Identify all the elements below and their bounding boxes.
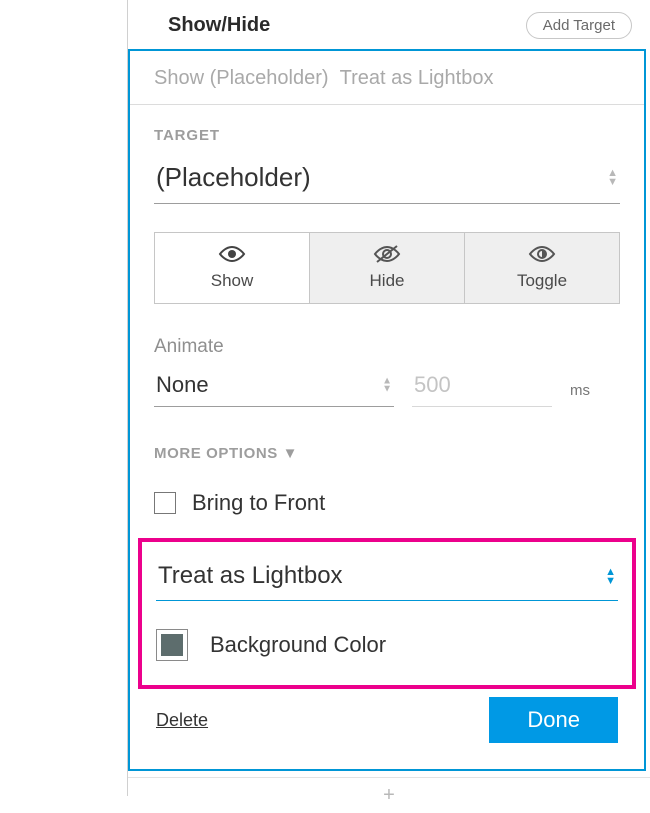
more-options-toggle[interactable]: MORE OPTIONS ▼ [154, 445, 620, 462]
panel-header: Show/Hide Add Target [128, 0, 650, 49]
left-gutter [0, 0, 128, 796]
bring-to-front-row[interactable]: Bring to Front [154, 490, 620, 516]
eye-half-icon [527, 243, 557, 265]
animate-row: Animate None ▲▼ 500 ms [154, 336, 620, 407]
animate-select[interactable]: None ▲▼ [154, 368, 394, 407]
show-label: Show [211, 271, 254, 290]
target-value: (Placeholder) [154, 156, 620, 203]
crumb-action: Show (Placeholder) [154, 67, 329, 89]
crumb-option: Treat as Lightbox [340, 67, 494, 89]
background-color-row[interactable]: Background Color [156, 629, 618, 661]
lightbox-select[interactable]: Treat as Lightbox ▲▼ [156, 558, 618, 601]
duration-input[interactable]: 500 [412, 368, 552, 407]
toggle-button[interactable]: Toggle [464, 233, 619, 303]
add-target-button[interactable]: Add Target [526, 12, 632, 39]
animate-label: Animate [154, 336, 394, 358]
duration-value: 500 [412, 368, 552, 406]
background-color-label: Background Color [210, 632, 386, 658]
hide-label: Hide [370, 271, 405, 290]
ms-label: ms [570, 382, 590, 407]
chevron-updown-icon: ▲▼ [607, 169, 618, 187]
color-chip[interactable] [156, 629, 188, 661]
animate-value: None [154, 368, 394, 406]
target-label: TARGET [154, 127, 620, 144]
color-chip-inner [161, 634, 183, 656]
target-select[interactable]: (Placeholder) ▲▼ [154, 156, 620, 204]
visibility-segmented: Show Hide [154, 232, 620, 304]
done-button[interactable]: Done [489, 697, 618, 743]
chevron-updown-icon: ▲▼ [382, 377, 392, 393]
bring-to-front-label: Bring to Front [192, 490, 325, 516]
eye-slash-icon [372, 243, 402, 265]
lightbox-value: Treat as Lightbox [158, 562, 343, 589]
action-editor: Show (Placeholder) Treat as Lightbox TAR… [128, 49, 646, 771]
toggle-label: Toggle [517, 271, 567, 290]
add-action-button[interactable]: + [128, 777, 650, 813]
delete-link[interactable]: Delete [156, 710, 208, 731]
chevron-updown-icon: ▲▼ [605, 568, 616, 586]
action-panel: Show/Hide Add Target Show (Placeholder) … [128, 0, 650, 796]
hide-button[interactable]: Hide [309, 233, 464, 303]
panel-title: Show/Hide [168, 14, 270, 37]
footer-row: Delete Done [154, 697, 620, 759]
eye-icon [217, 243, 247, 265]
checkbox-icon[interactable] [154, 492, 176, 514]
show-button[interactable]: Show [155, 233, 309, 303]
lightbox-highlight: Treat as Lightbox ▲▼ Background Color [138, 538, 636, 689]
breadcrumb: Show (Placeholder) Treat as Lightbox [130, 51, 644, 105]
